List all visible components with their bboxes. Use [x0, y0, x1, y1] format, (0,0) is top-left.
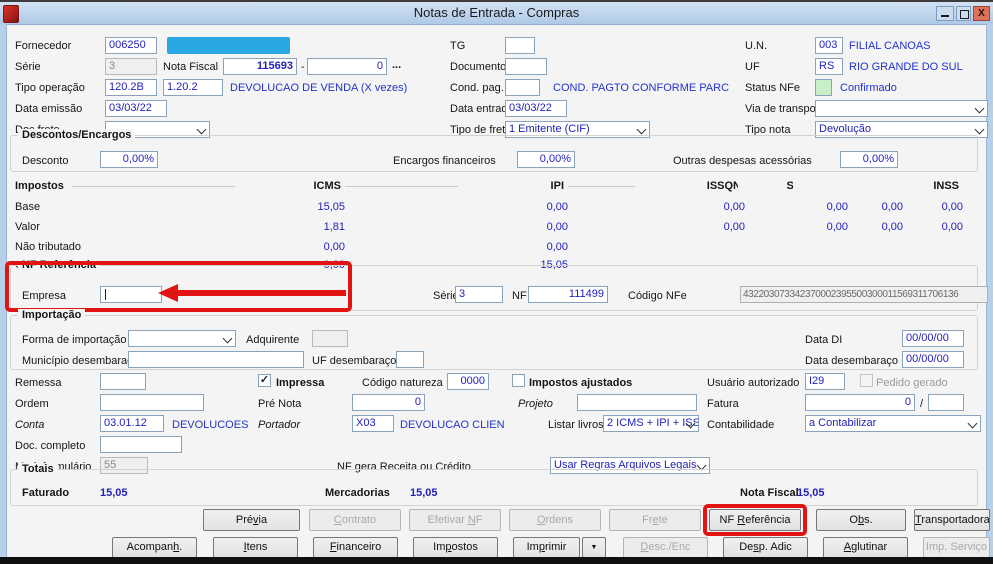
- button-desp-adic[interactable]: Desp. Adic: [723, 537, 808, 558]
- button-pr-via[interactable]: Prévia: [203, 509, 300, 531]
- button-efetivar-nf: Efetivar NF: [409, 509, 501, 531]
- button-transportadora[interactable]: Transportadora: [914, 509, 990, 531]
- button-imprimir[interactable]: Imprimir: [513, 537, 580, 558]
- button-contrato: Contrato: [309, 509, 401, 531]
- button-ordens: Ordens: [509, 509, 601, 531]
- button-frete: Frete: [609, 509, 701, 531]
- button-itens[interactable]: Itens: [213, 537, 298, 558]
- button-impostos[interactable]: Impostos: [413, 537, 498, 558]
- button-acompanh[interactable]: Acompanh.: [112, 537, 197, 558]
- notas-entrada-window: Notas de Entrada - Compras X Fornecedor …: [0, 0, 993, 564]
- imprimir-dropdown-button[interactable]: ▼: [582, 537, 606, 558]
- button-aglutinar[interactable]: Aglutinar: [823, 537, 908, 558]
- bottom-bar: [0, 557, 993, 564]
- button-desc-enc: Desc./Enc: [623, 537, 708, 558]
- button-bar: Prévia Contrato Efetivar NF Ordens Frete NF R…: [0, 2, 993, 564]
- annotation-highlight-rectangle: [703, 504, 807, 536]
- button-financeiro[interactable]: Financeiro: [313, 537, 398, 558]
- button-obs[interactable]: Obs.: [816, 509, 906, 531]
- button-imp-servi-o: Imp. Serviço: [923, 537, 990, 558]
